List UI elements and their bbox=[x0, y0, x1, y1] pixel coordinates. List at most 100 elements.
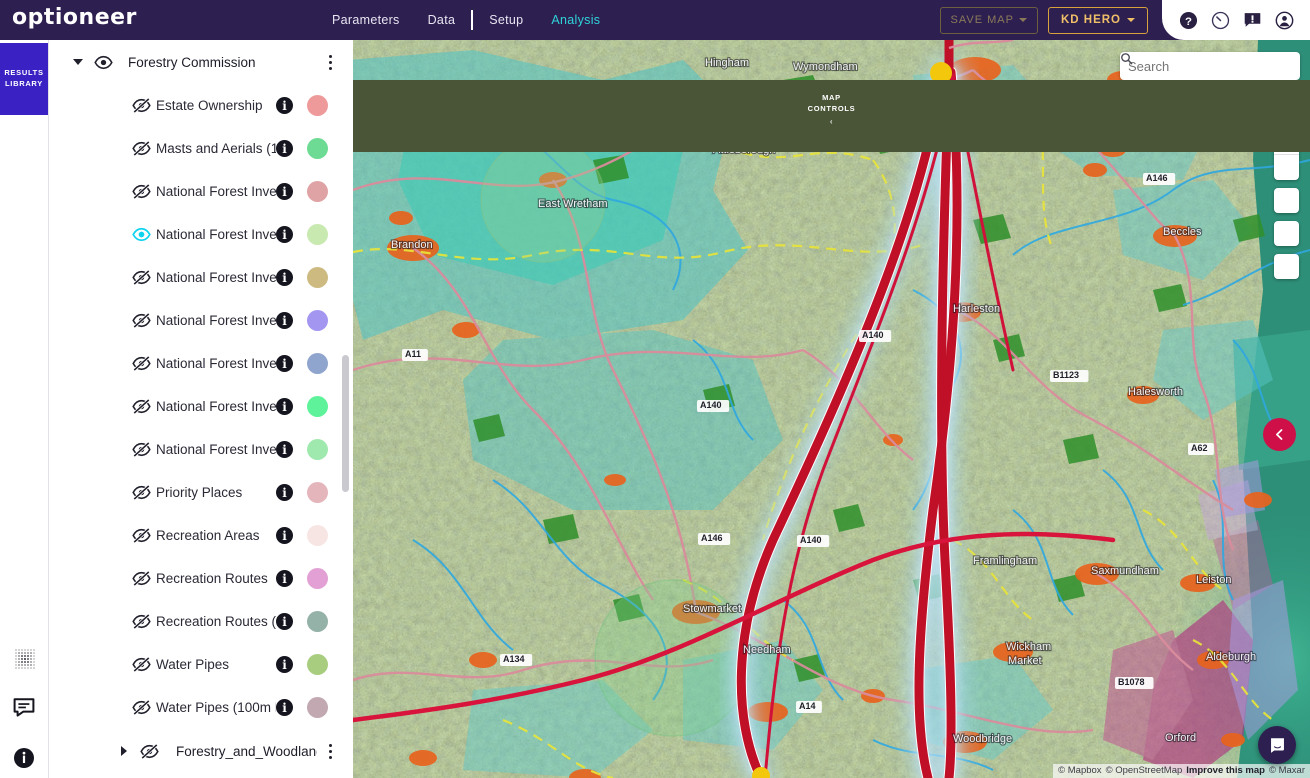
layer-color-swatch[interactable] bbox=[307, 267, 328, 288]
layer-info-button[interactable]: i bbox=[276, 441, 293, 458]
group-expand-toggle[interactable] bbox=[70, 59, 86, 65]
layer-row[interactable]: Masts and Aerials (1 i bbox=[48, 127, 343, 170]
dot-grid-icon[interactable] bbox=[12, 646, 36, 670]
layer-color-swatch[interactable] bbox=[307, 95, 328, 116]
layer-color-swatch[interactable] bbox=[307, 224, 328, 245]
layer-info-button[interactable]: i bbox=[276, 570, 293, 587]
layer-info-button[interactable]: i bbox=[276, 140, 293, 157]
layer-info-button[interactable]: i bbox=[276, 699, 293, 716]
layer-visibility-toggle[interactable] bbox=[126, 182, 156, 201]
layer-row[interactable]: Water Pipes (100m Bi bbox=[48, 686, 343, 729]
layer-menu-button[interactable] bbox=[340, 693, 343, 723]
layer-info-button[interactable]: i bbox=[276, 312, 293, 329]
layer-row[interactable]: National Forest Inver i bbox=[48, 428, 343, 471]
nav-item-data[interactable]: Data bbox=[414, 0, 470, 40]
layer-menu-button[interactable] bbox=[340, 134, 343, 164]
help-icon[interactable]: ? bbox=[1178, 10, 1198, 30]
layer-info-button[interactable]: i bbox=[276, 527, 293, 544]
layer-row[interactable]: National Forest Inver i bbox=[48, 213, 343, 256]
layer-info-button[interactable]: i bbox=[276, 398, 293, 415]
layer-color-swatch[interactable] bbox=[307, 482, 328, 503]
layer-menu-button[interactable] bbox=[340, 521, 343, 551]
layer-row[interactable]: Estate Ownership i bbox=[48, 84, 343, 127]
layer-row[interactable]: Recreation Routes i bbox=[48, 557, 343, 600]
layer-visibility-toggle[interactable] bbox=[126, 612, 156, 631]
layer-visibility-toggle[interactable] bbox=[126, 139, 156, 158]
layer-visibility-toggle[interactable] bbox=[126, 397, 156, 416]
layer-row[interactable]: Recreation Areas i bbox=[48, 514, 343, 557]
layer-menu-button[interactable] bbox=[340, 220, 343, 250]
chat-launcher-button[interactable] bbox=[1258, 726, 1296, 764]
compass-button[interactable] bbox=[1274, 106, 1299, 180]
layer-row[interactable]: National Forest Inver i bbox=[48, 342, 343, 385]
layer-visibility-toggle[interactable] bbox=[126, 569, 156, 588]
nav-item-parameters[interactable]: Parameters bbox=[318, 0, 414, 40]
measure-button[interactable] bbox=[1274, 107, 1299, 279]
attrib-osm[interactable]: © OpenStreetMap bbox=[1106, 764, 1183, 778]
search-input[interactable] bbox=[1128, 58, 1292, 74]
subgroup-expand-toggle[interactable] bbox=[116, 746, 132, 756]
layer-visibility-toggle[interactable] bbox=[126, 483, 156, 502]
attrib-improve-link[interactable]: Improve this map bbox=[1186, 764, 1265, 778]
layer-color-swatch[interactable] bbox=[307, 611, 328, 632]
layer-color-swatch[interactable] bbox=[307, 138, 328, 159]
nav-item-analysis[interactable]: Analysis bbox=[537, 0, 614, 40]
layer-subgroup-forestry-and-woodland[interactable]: Forestry_and_Woodland bbox=[48, 729, 343, 773]
fullscreen-button[interactable] bbox=[1274, 105, 1299, 213]
layer-menu-button[interactable] bbox=[340, 564, 343, 594]
layer-group-forestry-commission[interactable]: Forestry Commission bbox=[48, 40, 343, 84]
gauge-icon[interactable] bbox=[1210, 10, 1230, 30]
layer-color-swatch[interactable] bbox=[307, 568, 328, 589]
rail-tab-results-library[interactable]: RESULTS LIBRARY bbox=[0, 43, 48, 115]
layer-color-swatch[interactable] bbox=[307, 654, 328, 675]
layer-row[interactable]: National Forest Inver i bbox=[48, 299, 343, 342]
group-visibility-toggle[interactable] bbox=[86, 53, 120, 72]
layer-menu-button[interactable] bbox=[340, 91, 343, 121]
layer-info-button[interactable]: i bbox=[276, 484, 293, 501]
group-menu-button[interactable] bbox=[317, 47, 343, 77]
layer-info-button[interactable]: i bbox=[276, 269, 293, 286]
layer-visibility-toggle[interactable] bbox=[126, 440, 156, 459]
layer-visibility-toggle[interactable] bbox=[126, 526, 156, 545]
comment-icon[interactable] bbox=[12, 696, 36, 720]
subgroup-menu-button[interactable] bbox=[317, 736, 343, 766]
subgroup-visibility-toggle[interactable] bbox=[132, 742, 166, 761]
layer-row[interactable]: Recreation Routes (1 i bbox=[48, 600, 343, 643]
layer-visibility-toggle[interactable] bbox=[126, 655, 156, 674]
layer-row[interactable]: National Forest Inver i bbox=[48, 385, 343, 428]
layer-color-swatch[interactable] bbox=[307, 310, 328, 331]
layer-menu-button[interactable] bbox=[340, 177, 343, 207]
layer-row[interactable]: Priority Places i bbox=[48, 471, 343, 514]
nav-item-setup[interactable]: Setup bbox=[475, 0, 537, 40]
layer-info-button[interactable]: i bbox=[276, 355, 293, 372]
user-menu-button[interactable]: KD HERO bbox=[1047, 6, 1148, 34]
layer-menu-button[interactable] bbox=[340, 306, 343, 336]
save-map-button[interactable]: SAVE MAP bbox=[939, 6, 1038, 34]
attrib-mapbox[interactable]: © Mapbox bbox=[1058, 764, 1101, 778]
layer-menu-button[interactable] bbox=[340, 607, 343, 637]
layer-menu-button[interactable] bbox=[340, 650, 343, 680]
layer-row[interactable]: Water Pipes i bbox=[48, 643, 343, 686]
map-search[interactable] bbox=[1120, 52, 1300, 80]
layer-row[interactable]: National Forest Inver i bbox=[48, 170, 343, 213]
panel-collapse-button[interactable] bbox=[1263, 418, 1296, 451]
layer-info-button[interactable]: i bbox=[276, 183, 293, 200]
layer-info-button[interactable]: i bbox=[276, 226, 293, 243]
layer-visibility-toggle[interactable] bbox=[126, 96, 156, 115]
layer-visibility-toggle[interactable] bbox=[126, 311, 156, 330]
home-button[interactable] bbox=[1274, 106, 1299, 246]
layer-color-swatch[interactable] bbox=[307, 181, 328, 202]
layer-color-swatch[interactable] bbox=[307, 525, 328, 546]
layer-info-button[interactable]: i bbox=[276, 656, 293, 673]
layer-info-button[interactable]: i bbox=[276, 97, 293, 114]
layer-visibility-toggle[interactable] bbox=[126, 268, 156, 287]
layer-color-swatch[interactable] bbox=[307, 353, 328, 374]
layer-visibility-toggle[interactable] bbox=[126, 698, 156, 717]
layer-list[interactable]: Forestry Commission Estate Ownership i Ma… bbox=[48, 40, 343, 778]
layer-color-swatch[interactable] bbox=[307, 439, 328, 460]
layer-info-button[interactable]: i bbox=[276, 613, 293, 630]
announcement-icon[interactable] bbox=[1242, 10, 1262, 30]
layer-visibility-toggle[interactable] bbox=[126, 225, 156, 244]
layer-menu-button[interactable] bbox=[340, 263, 343, 293]
brand-logo[interactable]: optioneer bbox=[12, 5, 137, 30]
